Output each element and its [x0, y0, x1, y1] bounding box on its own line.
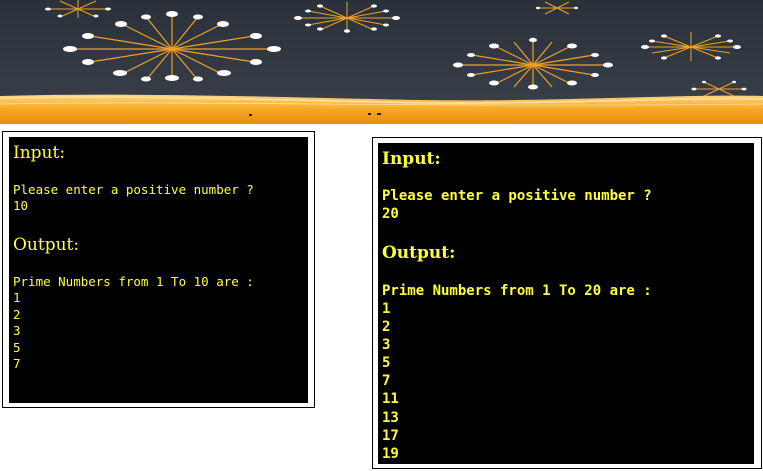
console-screen-right: Input: Please enter a positive number ? …	[378, 143, 754, 464]
list-item: 11	[382, 391, 399, 408]
list-item: 1	[13, 290, 21, 305]
list-item: 3	[13, 323, 21, 338]
fireworks-banner-image	[0, 0, 763, 124]
list-item: 13	[382, 409, 399, 426]
input-prompt: Please enter a positive number ?	[382, 188, 652, 204]
prime-number-list: 1 2 3 5 7	[13, 290, 21, 373]
console-frame-right: Input: Please enter a positive number ? …	[372, 137, 762, 469]
input-prompt: Please enter a positive number ?	[13, 182, 254, 197]
list-item: 2	[13, 306, 21, 322]
list-item: 7	[13, 356, 21, 371]
entered-value: 10	[13, 198, 29, 213]
list-item: 7	[382, 373, 391, 390]
list-item: 19	[382, 445, 399, 462]
list-item: 17	[382, 427, 399, 444]
list-item: 3	[382, 337, 391, 354]
list-item: 2	[382, 319, 391, 336]
prime-number-list: 1 2 3 5 7 11 13 17 19	[382, 300, 399, 463]
console-frame-left: Input: Please enter a positive number ? …	[2, 131, 315, 408]
input-heading: Input:	[382, 149, 441, 169]
result-label: Prime Numbers from 1 To 10 are :	[13, 274, 254, 289]
entered-value: 20	[382, 206, 399, 222]
list-item: 1	[382, 301, 391, 317]
header-banner	[0, 0, 763, 124]
page: Input: Please enter a positive number ? …	[0, 0, 763, 471]
input-heading: Input:	[13, 143, 66, 163]
result-label: Prime Numbers from 1 To 20 are :	[382, 283, 652, 299]
list-item: 5	[13, 339, 21, 355]
output-heading: Output:	[13, 235, 80, 255]
console-screen-left: Input: Please enter a positive number ? …	[9, 137, 308, 403]
output-heading: Output:	[382, 243, 456, 263]
list-item: 5	[382, 355, 391, 372]
